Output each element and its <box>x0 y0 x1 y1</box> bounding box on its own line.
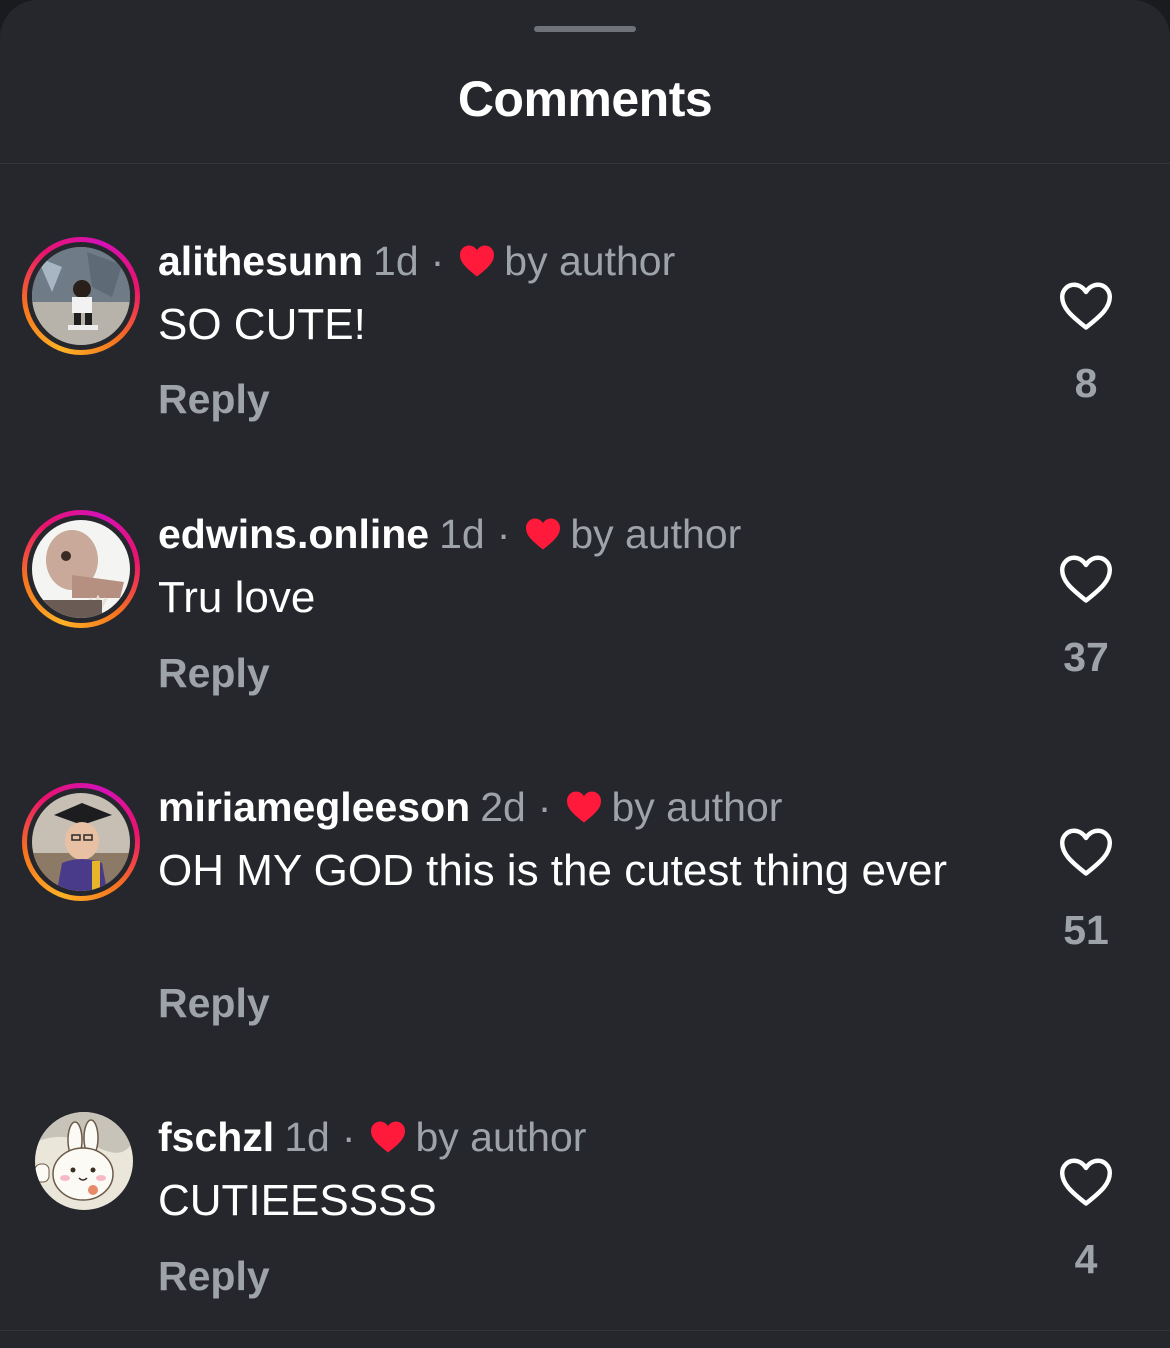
meta-separator: · <box>496 510 511 557</box>
comment-time: 1d <box>284 1113 330 1160</box>
like-count: 8 <box>1074 360 1098 406</box>
heart-filled-icon <box>526 518 561 550</box>
comment-text: SO CUTE! <box>158 300 366 349</box>
liked-by-author-label: by author <box>611 783 783 830</box>
reply-button[interactable]: Reply <box>158 650 270 697</box>
comment-text: OH MY GOD this is the cutest thing ever <box>158 846 948 895</box>
drag-handle[interactable] <box>534 26 636 32</box>
meta-separator: · <box>537 783 552 830</box>
sheet-title: Comments <box>457 71 713 127</box>
comment-text: Tru love <box>158 573 316 622</box>
avatar[interactable] <box>22 510 140 628</box>
reply-button[interactable]: Reply <box>158 1253 270 1300</box>
avatar[interactable] <box>22 783 140 901</box>
heart-outline-icon[interactable] <box>1058 280 1114 332</box>
heart-filled-icon <box>371 1121 406 1153</box>
comment-time: 1d <box>373 237 419 284</box>
like-count: 51 <box>1063 907 1109 953</box>
like-count: 37 <box>1063 634 1109 680</box>
comment-username[interactable]: fschzl <box>158 1114 274 1161</box>
comment-time: 2d <box>480 783 526 830</box>
liked-by-author-label: by author <box>504 237 676 284</box>
comment-meta: miriamegleeson 2d · by author <box>158 782 782 832</box>
reply-button[interactable]: Reply <box>158 980 270 1027</box>
header-divider <box>0 163 1170 164</box>
avatar[interactable] <box>35 1112 133 1210</box>
comment-meta: alithesunn 1d · by author <box>158 236 675 286</box>
liked-by-author-label: by author <box>570 510 742 557</box>
avatar-image <box>32 247 130 345</box>
comment-username[interactable]: alithesunn <box>158 238 363 285</box>
heart-filled-icon <box>567 791 602 823</box>
reply-button[interactable]: Reply <box>158 376 270 423</box>
comment-meta: edwins.online 1d · by author <box>158 509 741 559</box>
heart-outline-icon[interactable] <box>1058 1156 1114 1208</box>
avatar-image <box>32 520 130 618</box>
heart-outline-icon[interactable] <box>1058 553 1114 605</box>
comments-sheet: Comments alithesunn 1d · by author SO CU… <box>0 0 1170 1348</box>
avatar-image <box>32 793 130 891</box>
comment-username[interactable]: miriamegleeson <box>158 784 470 831</box>
comment-meta: fschzl 1d · by author <box>158 1112 586 1162</box>
comment-username[interactable]: edwins.online <box>158 511 429 558</box>
comment-text: CUTIEESSSS <box>158 1176 437 1225</box>
meta-separator: · <box>341 1113 356 1160</box>
meta-separator: · <box>430 237 445 284</box>
liked-by-author-label: by author <box>415 1113 587 1160</box>
bottom-divider <box>0 1330 1170 1331</box>
avatar[interactable] <box>22 237 140 355</box>
comment-time: 1d <box>439 510 485 557</box>
heart-filled-icon <box>460 245 495 277</box>
like-count: 4 <box>1074 1236 1098 1282</box>
heart-outline-icon[interactable] <box>1058 826 1114 878</box>
